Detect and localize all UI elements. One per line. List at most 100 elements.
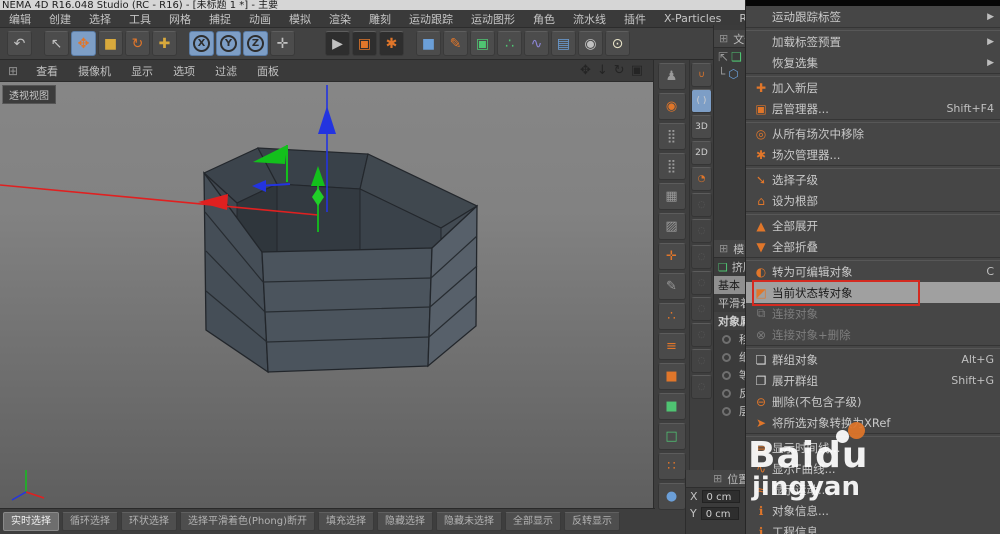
viewport-menu-options[interactable]: 选项	[163, 63, 205, 79]
z-axis-lock-button[interactable]: Z	[243, 31, 268, 56]
polygon-mode-icon[interactable]: ■	[658, 363, 686, 390]
hide-unselected-command[interactable]: 隐藏未选择	[436, 512, 502, 531]
spline-primitive-button[interactable]: ∿	[524, 31, 549, 56]
rotate-snap-icon[interactable]: ◔	[691, 167, 712, 191]
menu-select[interactable]: 选择	[80, 11, 120, 27]
menu-xparticles[interactable]: X-Particles	[655, 12, 730, 25]
menu-item-expand-group[interactable]: ❐展开群组Shift+G	[746, 370, 1000, 391]
plane-mode2-icon[interactable]: □	[658, 423, 686, 450]
panel-grid-icon[interactable]: ⊞	[714, 32, 733, 45]
toggle-view-icon[interactable]: ▣	[631, 63, 643, 78]
menu-item-make-editable[interactable]: ◐转为可编辑对象C	[746, 261, 1000, 282]
menu-character[interactable]: 角色	[524, 11, 564, 27]
point-grid2-icon[interactable]: ⣿	[658, 153, 686, 180]
loop-selection-command[interactable]: 循环选择	[62, 512, 118, 531]
menu-animate[interactable]: 动画	[240, 11, 280, 27]
menu-item-show-fcurves[interactable]: ∿显示F曲线...	[746, 458, 1000, 479]
render-view-button[interactable]: ▶	[325, 31, 350, 56]
menu-render[interactable]: 渲染	[320, 11, 360, 27]
rotate-view-icon[interactable]: ↻	[614, 63, 625, 78]
viewport-menu-panel[interactable]: 面板	[247, 63, 289, 79]
hide-selected-command[interactable]: 隐藏选择	[377, 512, 433, 531]
texture-mode-icon[interactable]: ◉	[658, 93, 686, 120]
render-settings-button[interactable]: ✱	[379, 31, 404, 56]
simulation-figure-icon[interactable]: ♟	[658, 63, 686, 90]
menu-item-group-objects[interactable]: ❏群组对象Alt+G	[746, 349, 1000, 370]
uv-mode-icon[interactable]: ▦	[658, 183, 686, 210]
menu-item-motion-tracker-tag[interactable]: 运动跟踪标签▶	[746, 6, 1000, 27]
viewport-menu-view[interactable]: 查看	[26, 63, 68, 79]
last-tool-button[interactable]: ✚	[152, 31, 177, 56]
snap-3d-icon[interactable]: 3D	[691, 115, 712, 139]
y-position-input[interactable]: 0 cm	[701, 507, 739, 520]
menu-item-take-manager[interactable]: ✱场次管理器...	[746, 144, 1000, 165]
axis-lock-icon[interactable]: ✛	[658, 243, 686, 270]
menu-item-show-motion[interactable]: ≈显示运动...	[746, 479, 1000, 500]
dolly-view-icon[interactable]: ↓	[597, 63, 608, 78]
menu-snap[interactable]: 捕捉	[200, 11, 240, 27]
anim-dot-icon[interactable]	[722, 389, 731, 398]
menu-item-current-state-to-object[interactable]: ◩当前状态转对象	[746, 282, 1000, 303]
plane-mode-icon[interactable]: ■	[658, 393, 686, 420]
menu-tools[interactable]: 工具	[120, 11, 160, 27]
menu-item-object-information[interactable]: ℹ对象信息...	[746, 500, 1000, 521]
menu-item-remove-from-all-takes[interactable]: ◎从所有场次中移除	[746, 123, 1000, 144]
live-selection-button[interactable]: ↖	[44, 31, 69, 56]
menu-item-fold-all[interactable]: ▼全部折叠	[746, 236, 1000, 257]
phong-break-selection-command[interactable]: 选择平滑着色(Phong)断开	[180, 512, 315, 531]
menu-sculpt[interactable]: 雕刻	[360, 11, 400, 27]
viewport-menu-display[interactable]: 显示	[121, 63, 163, 79]
hexagonal-tube-object[interactable]	[0, 82, 653, 508]
menu-item-select-children[interactable]: ➘选择子级	[746, 169, 1000, 190]
menu-create[interactable]: 创建	[40, 11, 80, 27]
y-axis-lock-button[interactable]: Y	[216, 31, 241, 56]
menu-item-convert-to-xref[interactable]: ➤将所选对象转换为XRef	[746, 412, 1000, 433]
snap-enable-icon[interactable]: ∪	[691, 63, 712, 87]
move-tool-button[interactable]: ✥	[71, 31, 96, 56]
knife-tool-icon[interactable]: ✎	[658, 273, 686, 300]
menu-item-add-to-new-layer[interactable]: ✚加入新层	[746, 77, 1000, 98]
viewport-canvas[interactable]: 透视视图	[0, 82, 653, 508]
light-button[interactable]: ⊙	[605, 31, 630, 56]
panel-grid-icon[interactable]: ⊞	[708, 472, 727, 485]
live-selection-command[interactable]: 实时选择	[3, 512, 59, 531]
anim-dot-icon[interactable]	[722, 407, 731, 416]
scale-tool-button[interactable]: ■	[98, 31, 123, 56]
viewport-menu-camera[interactable]: 摄像机	[68, 63, 121, 79]
scatter-points-icon[interactable]: ∷	[658, 453, 686, 480]
array-button[interactable]: ∴	[497, 31, 522, 56]
viewport-grid-icon[interactable]: ⊞	[0, 64, 26, 78]
invert-visibility-command[interactable]: 反转显示	[564, 512, 620, 531]
anim-dot-icon[interactable]	[722, 371, 731, 380]
pan-view-icon[interactable]: ✥	[580, 63, 591, 78]
point-grid-icon[interactable]: ⣿	[658, 123, 686, 150]
menu-edit[interactable]: 编辑	[0, 11, 40, 27]
menu-simulate[interactable]: 模拟	[280, 11, 320, 27]
add-cube-button[interactable]: ■	[416, 31, 441, 56]
coordinate-system-button[interactable]: ✛	[270, 31, 295, 56]
gravity-spheres-icon[interactable]: ●	[658, 483, 686, 510]
menu-item-load-tag-preset[interactable]: 加载标签预置▶	[746, 31, 1000, 52]
floor-button[interactable]: ▤	[551, 31, 576, 56]
viewport[interactable]: ⊞ 查看 摄像机 显示 选项 过滤 面板 ✥ ↓ ↻ ▣ 透视视图	[0, 60, 653, 508]
spline-pen-button[interactable]: ✎	[443, 31, 468, 56]
menu-item-layer-manager[interactable]: ▣层管理器...Shift+F4	[746, 98, 1000, 119]
fill-selection-command[interactable]: 填充选择	[318, 512, 374, 531]
panel-grid-icon[interactable]: ⊞	[714, 242, 733, 255]
viewport-menu-filter[interactable]: 过滤	[205, 63, 247, 79]
menu-item-set-as-root[interactable]: ⌂设为根部	[746, 190, 1000, 211]
camera-button[interactable]: ◉	[578, 31, 603, 56]
workplane-icon[interactable]: ▨	[658, 213, 686, 240]
point-mode-icon[interactable]: ∴	[658, 303, 686, 330]
anim-dot-icon[interactable]	[722, 335, 731, 344]
menu-item-unfold-all[interactable]: ▲全部展开	[746, 215, 1000, 236]
edge-mode-icon[interactable]: ≡	[658, 333, 686, 360]
auto-snap-icon[interactable]: ( )	[691, 89, 712, 113]
menu-plugins[interactable]: 插件	[615, 11, 655, 27]
rotate-tool-button[interactable]: ↻	[125, 31, 150, 56]
menu-item-project-information[interactable]: ℹ工程信息...	[746, 521, 1000, 534]
subdivision-surface-button[interactable]: ▣	[470, 31, 495, 56]
menu-mograph[interactable]: 运动图形	[462, 11, 524, 27]
menu-item-show-timeline[interactable]: ▤显示时间线...	[746, 437, 1000, 458]
snap-2d-icon[interactable]: 2D	[691, 141, 712, 165]
